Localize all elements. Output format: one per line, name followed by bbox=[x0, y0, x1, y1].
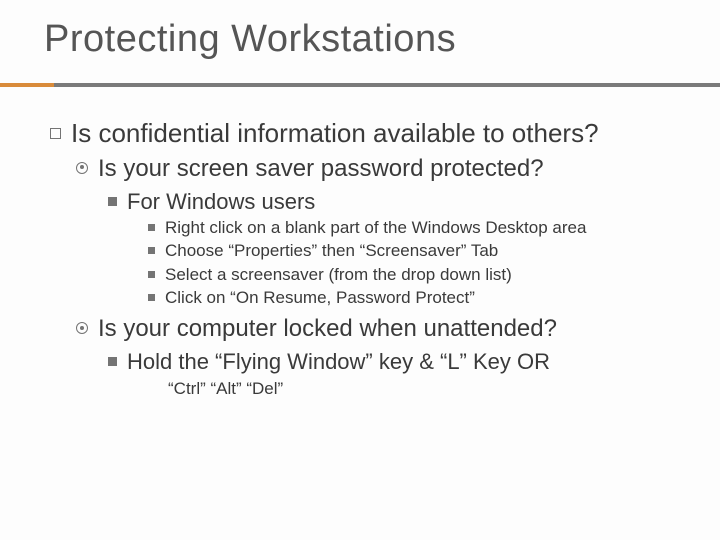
bullet-level4: Click on “On Resume, Password Protect” bbox=[148, 287, 698, 308]
bullet-level4: Select a screensaver (from the drop down… bbox=[148, 264, 698, 285]
square-solid-icon bbox=[108, 188, 117, 206]
bullet-text: Select a screensaver (from the drop down… bbox=[165, 264, 698, 285]
bullet-text: “Ctrl” “Alt” “Del” bbox=[168, 379, 283, 398]
square-tiny-icon bbox=[148, 264, 155, 278]
bullet-level2: Is your screen saver password protected? bbox=[76, 154, 698, 184]
square-tiny-icon bbox=[148, 240, 155, 254]
target-dot-icon bbox=[76, 154, 88, 174]
bullet-text: Hold the “Flying Window” key & “L” Key O… bbox=[127, 348, 698, 376]
bullet-level1: Is confidential information available to… bbox=[50, 117, 698, 150]
bullet-level3: For Windows users bbox=[108, 188, 698, 216]
slide: Protecting Workstations Is confidential … bbox=[0, 0, 720, 540]
bullet-text: Right click on a blank part of the Windo… bbox=[165, 217, 698, 238]
bullet-text: Is your computer locked when unattended? bbox=[98, 314, 698, 344]
bullet-text: Is confidential information available to… bbox=[71, 117, 698, 150]
bullet-text: Is your screen saver password protected? bbox=[98, 154, 698, 184]
bullet-level3: Hold the “Flying Window” key & “L” Key O… bbox=[108, 348, 698, 376]
divider-main bbox=[54, 83, 720, 87]
bullet-level2: Is your computer locked when unattended? bbox=[76, 314, 698, 344]
square-open-icon bbox=[50, 117, 61, 139]
title-divider bbox=[0, 83, 720, 87]
bullet-text: Choose “Properties” then “Screensaver” T… bbox=[165, 240, 698, 261]
divider-accent bbox=[0, 83, 54, 87]
square-tiny-icon bbox=[148, 217, 155, 231]
square-tiny-icon bbox=[148, 287, 155, 301]
bullet-level4: Choose “Properties” then “Screensaver” T… bbox=[148, 240, 698, 261]
bullet-level4: Right click on a blank part of the Windo… bbox=[148, 217, 698, 238]
slide-title: Protecting Workstations bbox=[0, 18, 720, 61]
square-solid-icon bbox=[108, 348, 117, 366]
bullet-text: Click on “On Resume, Password Protect” bbox=[165, 287, 698, 308]
target-dot-icon bbox=[76, 314, 88, 334]
content-area: Is confidential information available to… bbox=[0, 87, 720, 399]
bullet-continuation: “Ctrl” “Alt” “Del” bbox=[168, 378, 698, 399]
bullet-text: For Windows users bbox=[127, 188, 698, 216]
